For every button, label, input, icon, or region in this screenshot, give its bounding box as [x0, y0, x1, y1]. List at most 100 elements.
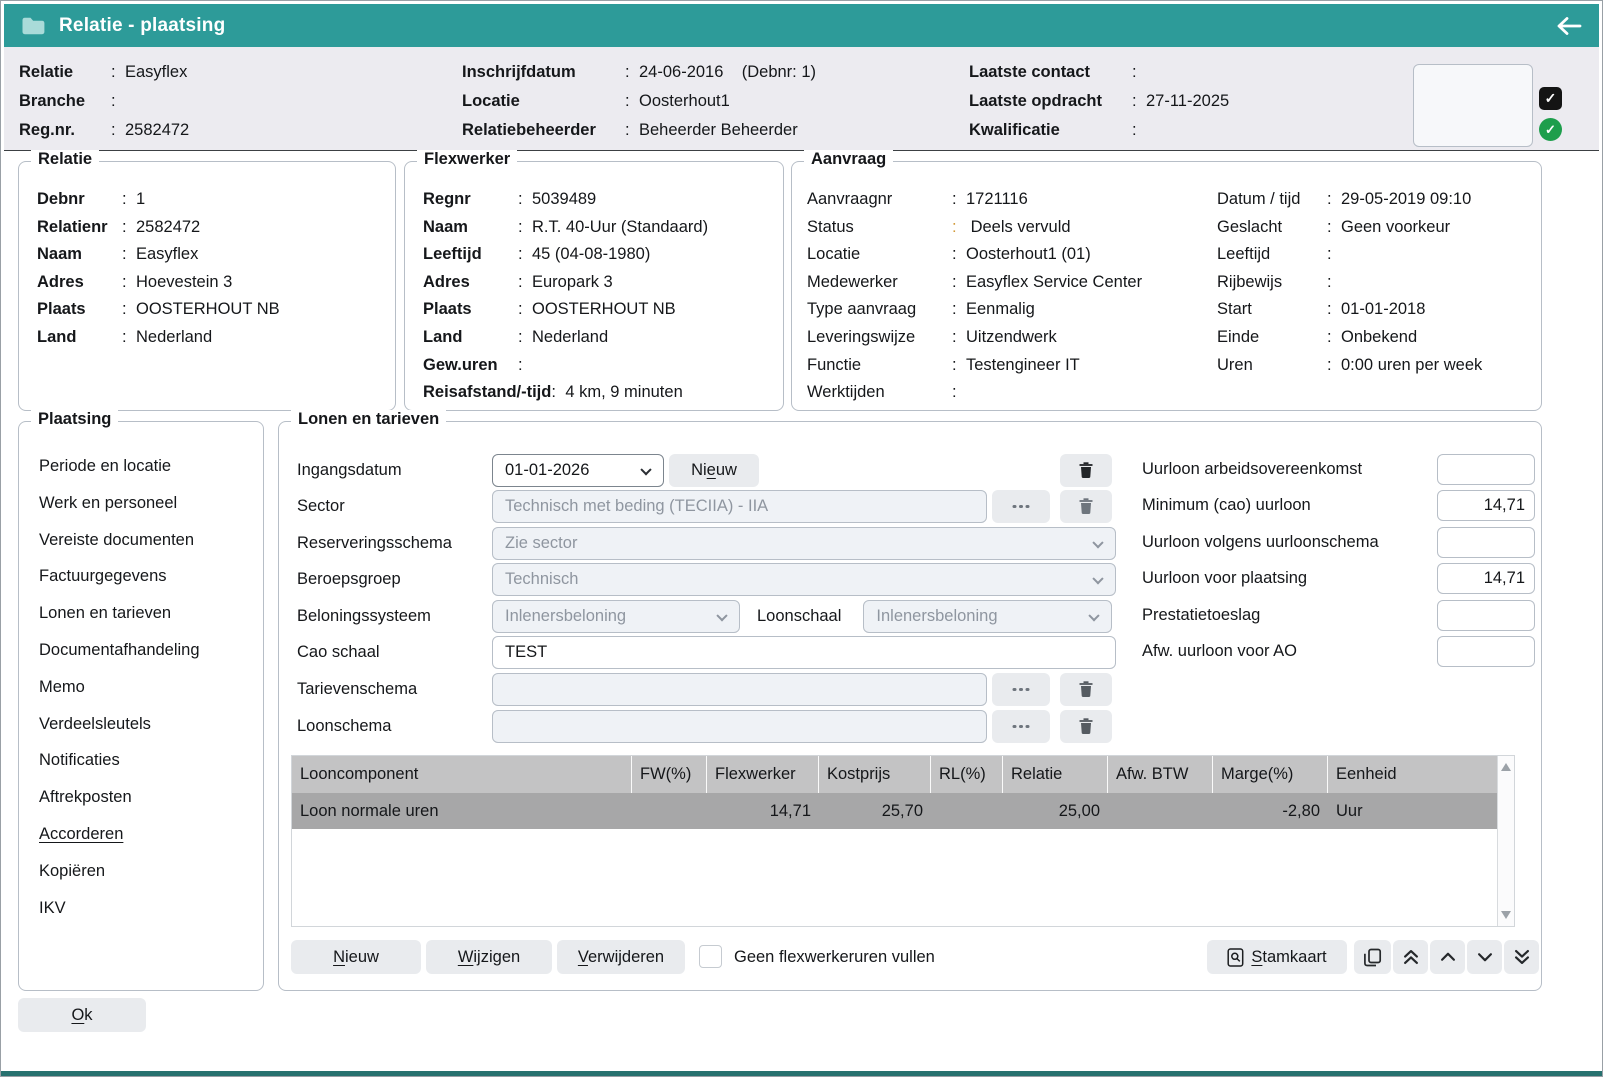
green-check-icon: [1539, 118, 1562, 141]
back-arrow-icon[interactable]: [1554, 15, 1582, 37]
move-last-button[interactable]: [1504, 940, 1539, 974]
sidebar-item[interactable]: Documentafhandeling: [39, 632, 263, 669]
colon: :: [952, 379, 966, 407]
cao-schaal-input[interactable]: TEST: [492, 636, 1116, 669]
info-row: Uren : 0:00 uren per week: [1217, 352, 1482, 380]
sector-field: Technisch met beding (TECIIA) - IIA: [492, 490, 987, 523]
colon: :: [518, 186, 532, 214]
info-row: Leeftijd :: [1217, 241, 1482, 269]
row-afw-uurloon-voor-ao: Afw. uurloon voor AO: [1142, 636, 1535, 667]
sidebar-item[interactable]: Verdeelsleutels: [39, 706, 263, 743]
sidebar-item[interactable]: Notificaties: [39, 742, 263, 779]
colon: :: [1132, 116, 1146, 145]
header-info-panel: Relatie : Easyflex Branche : Reg.nr. : 2…: [4, 47, 1599, 151]
field-label: Einde: [1217, 324, 1327, 352]
button-label: Nieuw: [691, 461, 737, 480]
colon: :: [111, 116, 125, 145]
delete-tarievenschema-button[interactable]: [1060, 673, 1112, 706]
field-value: 45 (04-08-1980): [532, 241, 650, 269]
sidebar-item[interactable]: Factuurgegevens: [39, 558, 263, 595]
field-value: 14,71: [1484, 569, 1525, 588]
table-header-cell: Looncomponent: [292, 756, 632, 793]
info-row: Locatie : Oosterhout1 (01): [807, 241, 1142, 269]
sidebar-item[interactable]: Kopiëren: [39, 853, 263, 890]
info-row: Plaats : OOSTERHOUT NB: [423, 296, 783, 324]
sidebar-item[interactable]: Memo: [39, 669, 263, 706]
minimum-cao-uurloon-field[interactable]: 14,71: [1437, 490, 1535, 521]
info-row: Medewerker : Easyflex Service Center: [807, 269, 1142, 297]
prestatietoeslag-field[interactable]: [1437, 600, 1535, 631]
move-up-button[interactable]: [1430, 940, 1465, 974]
field-label: Leeftijd: [423, 241, 518, 269]
info-row: Regnr : 5039489: [423, 186, 783, 214]
aanvraag-left-rows: Aanvraagnr : 1721116 Status : Deels verv…: [807, 186, 1142, 407]
ingangsdatum-select[interactable]: 01-01-2026: [492, 454, 664, 487]
copy-button[interactable]: [1354, 940, 1391, 974]
verwijderen-button[interactable]: Verwijderen: [557, 940, 685, 974]
field-label: Leveringswijze: [807, 324, 952, 352]
table-cell: Loon normale uren: [292, 793, 632, 829]
ok-button[interactable]: Ok: [18, 998, 146, 1032]
table-scrollbar[interactable]: [1497, 756, 1514, 926]
info-row: Relatienr : 2582472: [37, 214, 395, 242]
scroll-down-icon[interactable]: [1501, 911, 1511, 919]
field-label: Werktijden: [807, 379, 952, 407]
delete-loonschema-button[interactable]: [1060, 710, 1112, 743]
table-header-cell: FW(%): [632, 756, 707, 793]
table-cell: [632, 793, 707, 829]
info-row: Plaats : OOSTERHOUT NB: [37, 296, 395, 324]
field-label: Uurloon voor plaatsing: [1142, 563, 1437, 594]
info-row: Status : Deels vervuld: [807, 214, 1142, 242]
uurloon-voor-plaatsing-field[interactable]: 14,71: [1437, 563, 1535, 594]
double-chevron-up-icon: [1401, 947, 1421, 967]
afw-uurloon-voor-ao-field[interactable]: [1437, 636, 1535, 667]
sidebar-item[interactable]: Accorderen: [39, 816, 263, 853]
checked-checkbox-icon[interactable]: [1539, 87, 1562, 110]
chevron-down-icon: [640, 464, 651, 475]
sidebar-item[interactable]: Lonen en tarieven: [39, 595, 263, 632]
ellipsis-icon: [1019, 688, 1022, 691]
move-down-button[interactable]: [1467, 940, 1502, 974]
field-value: Europark 3: [532, 269, 613, 297]
button-label: Wijzigen: [458, 948, 520, 967]
nieuw-ingangsdatum-button[interactable]: Nieuw: [669, 454, 759, 487]
sidebar-item[interactable]: Vereiste documenten: [39, 522, 263, 559]
sidebar-item[interactable]: Aftrekposten: [39, 779, 263, 816]
table-cell: 14,71: [707, 793, 819, 829]
delete-ingangsdatum-button[interactable]: [1060, 454, 1112, 487]
groupbox-title: Lonen en tarieven: [291, 410, 446, 429]
tarievenschema-browse-button[interactable]: [992, 673, 1050, 706]
sector-browse-button[interactable]: [992, 490, 1050, 523]
field-label: Naam: [37, 241, 122, 269]
tarievenschema-label: Tarievenschema: [297, 673, 492, 706]
colon: :: [952, 352, 966, 380]
info-row: Functie : Testengineer IT: [807, 352, 1142, 380]
plaatsing-menu: Periode en locatie Werk en personeel Ver…: [19, 422, 263, 926]
sidebar-item[interactable]: Periode en locatie: [39, 448, 263, 485]
beloningssysteem-select: Inlenersbeloning: [492, 600, 740, 633]
sidebar-item[interactable]: Werk en personeel: [39, 485, 263, 522]
geen-flexwerkeruren-checkbox[interactable]: [699, 945, 722, 968]
loonschema-browse-button[interactable]: [992, 710, 1050, 743]
uurloon-volgens-uurloonschema-field: [1437, 527, 1535, 558]
field-value: Hoevestein 3: [136, 269, 232, 297]
nieuw-looncomponent-button[interactable]: Nieuw: [291, 940, 421, 974]
table-row-selected[interactable]: Loon normale uren 14,71 25,70 25,00 -2,8…: [292, 793, 1497, 829]
info-row: Rijbewijs :: [1217, 269, 1482, 297]
folder-icon: [21, 16, 46, 36]
field-value: Easyflex: [136, 241, 198, 269]
field-value: 29-05-2019 09:10: [1341, 186, 1471, 214]
sidebar-item[interactable]: IKV: [39, 890, 263, 927]
info-row: Reisafstand/-tijd : 4 km, 9 minuten: [423, 379, 783, 407]
row-uurloon-volgens-uurloonschema: Uurloon volgens uurloonschema: [1142, 527, 1535, 558]
info-row: Gew.uren :: [423, 352, 783, 380]
stamkaart-button[interactable]: Stamkaart: [1207, 940, 1347, 974]
wijzigen-button[interactable]: Wijzigen: [426, 940, 552, 974]
colon: :: [952, 186, 966, 214]
delete-sector-button[interactable]: [1060, 490, 1112, 523]
scroll-up-icon[interactable]: [1501, 763, 1511, 771]
field-value: 2582472: [125, 116, 189, 145]
groupbox-plaatsing: Plaatsing Periode en locatie Werk en per…: [18, 421, 264, 991]
colon: :: [551, 379, 565, 407]
move-first-button[interactable]: [1393, 940, 1428, 974]
